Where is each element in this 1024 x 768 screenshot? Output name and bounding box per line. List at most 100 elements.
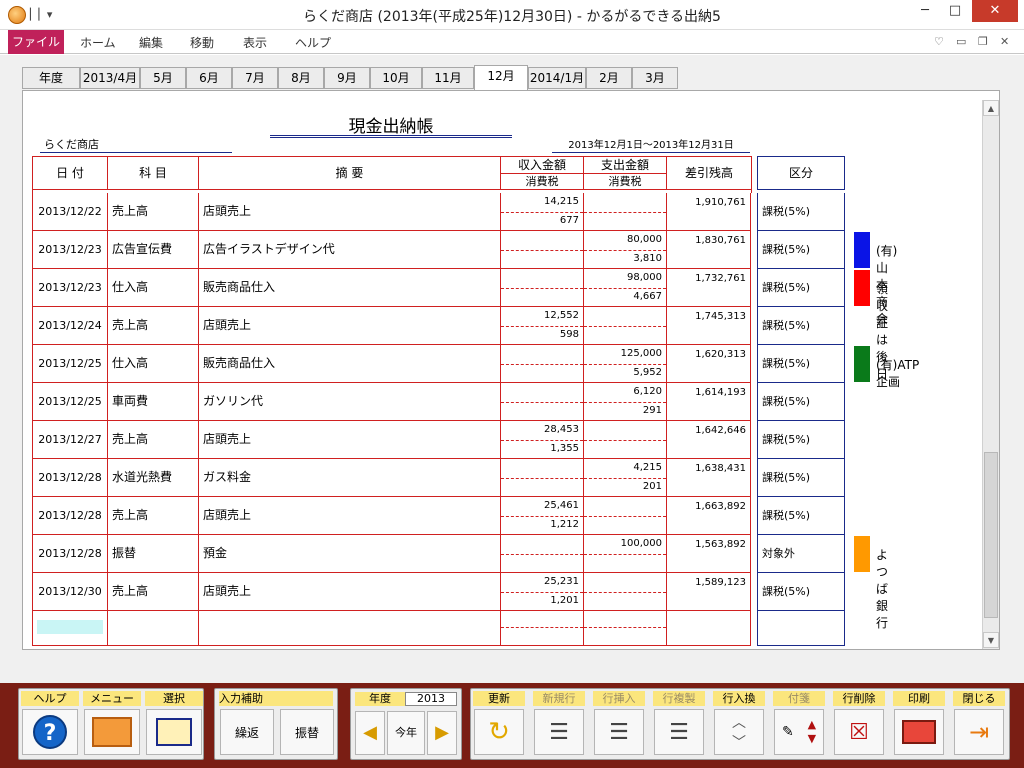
income-cell[interactable]: 28,453 1,355 <box>501 421 584 459</box>
expense-cell[interactable] <box>584 193 667 231</box>
tab-03[interactable]: 3月 <box>632 67 678 89</box>
income-cell[interactable]: 25,231 1,201 <box>501 573 584 611</box>
table-row[interactable]: 2013/12/28 水道光熱費 ガス料金 4,215 201 1,638,431 <box>32 459 752 497</box>
memo-cell[interactable]: ガス料金 <box>199 459 501 497</box>
date-cell[interactable]: 2013/12/27 <box>32 421 108 459</box>
vertical-scrollbar[interactable]: ▲ ▼ <box>982 100 999 649</box>
account-cell[interactable]: 仕入高 <box>108 345 199 383</box>
account-cell[interactable]: 売上高 <box>108 497 199 535</box>
category-cell[interactable]: 課税(5%) <box>757 573 845 611</box>
expense-cell[interactable]: 4,215 201 <box>584 459 667 497</box>
minimize-button[interactable]: ─ <box>910 0 940 22</box>
income-cell[interactable] <box>501 231 584 269</box>
account-cell[interactable]: 仕入高 <box>108 269 199 307</box>
date-cell[interactable]: 2013/12/28 <box>32 497 108 535</box>
sticky-note-marker[interactable] <box>854 346 870 382</box>
tab-08[interactable]: 8月 <box>278 67 324 89</box>
print-button[interactable]: 印刷 <box>891 689 947 759</box>
table-row[interactable]: 2013/12/28 売上高 店頭売上 25,461 1,212 1,663,892 <box>32 497 752 535</box>
copy-row-button[interactable]: 行複製 ☰ <box>651 689 707 759</box>
table-row[interactable]: 2013/12/23 広告宣伝費 広告イラストデザイン代 80,000 3,810 1,8… <box>32 231 752 269</box>
date-cell[interactable]: 2013/12/23 <box>32 269 108 307</box>
category-cell[interactable]: 課税(5%) <box>757 231 845 269</box>
date-cell[interactable]: 2013/12/23 <box>32 231 108 269</box>
scroll-up-icon[interactable]: ▲ <box>983 100 999 116</box>
income-cell[interactable] <box>501 459 584 497</box>
menu-file[interactable]: ファイル <box>8 30 64 54</box>
memo-cell[interactable]: 店頭売上 <box>199 307 501 345</box>
table-row[interactable]: 2013/12/30 売上高 店頭売上 25,231 1,201 1,589,123 <box>32 573 752 611</box>
menu-home[interactable]: ホーム <box>80 34 116 51</box>
menu-view[interactable]: 表示 <box>243 34 267 51</box>
tab-05[interactable]: 5月 <box>140 67 186 89</box>
account-cell[interactable]: 売上高 <box>108 421 199 459</box>
menu-move[interactable]: 移動 <box>190 34 214 51</box>
memo-cell[interactable]: 店頭売上 <box>199 421 501 459</box>
income-cell[interactable] <box>501 383 584 421</box>
close-button[interactable]: 閉じる ⇥ <box>951 689 1007 759</box>
table-row[interactable]: 2013/12/25 仕入高 販売商品仕入 125,000 5,952 1,620,313 <box>32 345 752 383</box>
memo-cell[interactable]: ガソリン代 <box>199 383 501 421</box>
new-income-cell[interactable] <box>501 608 584 646</box>
memo-cell[interactable]: 販売商品仕入 <box>199 345 501 383</box>
tab-10[interactable]: 10月 <box>370 67 422 89</box>
sticky-note-text[interactable]: (有)ATP企画 <box>876 356 919 390</box>
sticky-note-marker[interactable] <box>854 536 870 572</box>
income-cell[interactable]: 25,461 1,212 <box>501 497 584 535</box>
date-cell[interactable]: 2013/12/25 <box>32 383 108 421</box>
help-button[interactable]: ヘルプ ? <box>19 689 81 759</box>
date-cell[interactable]: 2013/12/28 <box>32 459 108 497</box>
new-expense-cell[interactable] <box>584 608 667 646</box>
tab-07[interactable]: 7月 <box>232 67 278 89</box>
swap-row-button[interactable]: 行入換 ︿ ﹀ <box>711 689 767 759</box>
expense-cell[interactable]: 125,000 5,952 <box>584 345 667 383</box>
income-cell[interactable]: 14,215 677 <box>501 193 584 231</box>
table-row[interactable]: 2013/12/28 振替 預金 100,000 1,563,892 <box>32 535 752 573</box>
table-row[interactable]: 2013/12/25 車両費 ガソリン代 6,120 291 1,614,193 <box>32 383 752 421</box>
tab-02[interactable]: 2月 <box>586 67 632 89</box>
account-cell[interactable]: 車両費 <box>108 383 199 421</box>
expense-cell[interactable] <box>584 497 667 535</box>
expense-cell[interactable]: 100,000 <box>584 535 667 573</box>
date-cell[interactable]: 2013/12/22 <box>32 193 108 231</box>
new-account-cell[interactable] <box>108 608 199 646</box>
memo-cell[interactable]: 広告イラストデザイン代 <box>199 231 501 269</box>
maximize-button[interactable]: □ <box>940 0 970 22</box>
new-date-cell[interactable] <box>32 608 108 646</box>
category-cell[interactable]: 課税(5%) <box>757 345 845 383</box>
sticky-note-marker[interactable] <box>854 232 870 268</box>
category-cell[interactable]: 課税(5%) <box>757 459 845 497</box>
account-cell[interactable]: 水道光熱費 <box>108 459 199 497</box>
scroll-down-icon[interactable]: ▼ <box>983 632 999 648</box>
menu-button[interactable]: メニュー <box>81 689 143 759</box>
date-cell[interactable]: 2013/12/30 <box>32 573 108 611</box>
tab-year[interactable]: 年度 <box>22 67 80 89</box>
expense-cell[interactable] <box>584 421 667 459</box>
account-cell[interactable]: 売上高 <box>108 573 199 611</box>
memo-cell[interactable]: 店頭売上 <box>199 497 501 535</box>
heart-icon[interactable]: ♡ <box>934 35 944 48</box>
table-row[interactable]: 2013/12/27 売上高 店頭売上 28,453 1,355 1,642,646 <box>32 421 752 459</box>
delete-row-button[interactable]: 行削除 ☒ <box>831 689 887 759</box>
income-cell[interactable] <box>501 345 584 383</box>
close-doc-icon[interactable]: ✕ <box>1000 35 1009 48</box>
expense-cell[interactable] <box>584 307 667 345</box>
account-cell[interactable]: 広告宣伝費 <box>108 231 199 269</box>
table-row[interactable]: 2013/12/24 売上高 店頭売上 12,552 598 1,745,313 <box>32 307 752 345</box>
table-row[interactable]: 2013/12/22 売上高 店頭売上 14,215 677 1,910,761 <box>32 193 752 231</box>
memo-cell[interactable]: 店頭売上 <box>199 573 501 611</box>
income-cell[interactable] <box>501 269 584 307</box>
date-cell[interactable]: 2013/12/25 <box>32 345 108 383</box>
prev-year-icon[interactable]: ◀ <box>355 711 385 755</box>
expense-cell[interactable]: 6,120 291 <box>584 383 667 421</box>
expense-cell[interactable]: 80,000 3,810 <box>584 231 667 269</box>
tab-06[interactable]: 6月 <box>186 67 232 89</box>
date-cell[interactable]: 2013/12/24 <box>32 307 108 345</box>
category-cell[interactable]: 課税(5%) <box>757 421 845 459</box>
category-cell[interactable]: 課税(5%) <box>757 307 845 345</box>
ribbon-minimize-icon[interactable]: ▭ <box>956 35 966 48</box>
memo-cell[interactable]: 預金 <box>199 535 501 573</box>
category-cell[interactable]: 課税(5%) <box>757 383 845 421</box>
sticky-note-text[interactable]: よつば銀行 <box>876 546 888 631</box>
category-cell[interactable]: 課税(5%) <box>757 269 845 307</box>
